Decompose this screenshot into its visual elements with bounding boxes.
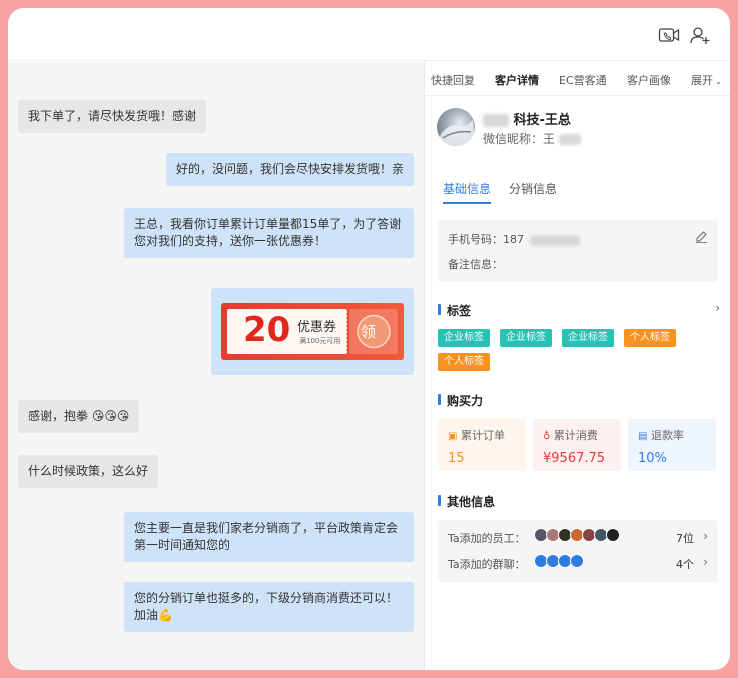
- staff-count: 7位: [676, 532, 694, 545]
- chat-message-outgoing: 王总，我看你订单累计订单量都15单了，为了答谢您对我们的支持，送你一张优惠券！: [124, 208, 414, 258]
- expand-label: 展开: [691, 74, 713, 87]
- clipboard-icon: ▣: [448, 431, 458, 442]
- tags-section-title: 标签: [438, 302, 471, 319]
- chat-message-incoming: 我下单了，请尽快发货哦！感谢: [18, 100, 207, 133]
- video-call-icon[interactable]: [658, 25, 680, 45]
- blurred-phone: [529, 234, 580, 246]
- stat-value: 10%: [638, 451, 667, 466]
- stat-card-spending: ♁ 累计消费 ¥9567.75: [533, 419, 621, 471]
- tab-basic-info[interactable]: 基础信息: [443, 180, 491, 197]
- staff-label: Ta添加的员工：: [448, 532, 526, 545]
- coupon-amount: 20: [243, 310, 291, 350]
- app-window: 我下单了，请尽快发货哦！感谢 好的，没问题，我们会尽快安排发货哦！亲 王总，我看…: [8, 8, 730, 670]
- panel-tabs: 快捷回复 客户详情 EC营客通 客户画像 展开 ⌄: [425, 62, 730, 96]
- blurred-company-name: [483, 114, 509, 127]
- tag-personal[interactable]: 个人标签: [438, 353, 490, 371]
- customer-name: 科技-王总: [483, 109, 571, 128]
- wechat-nickname-label: 微信昵称：王: [483, 132, 556, 146]
- stat-value: 15: [448, 451, 465, 466]
- group-avatars[interactable]: [534, 554, 604, 570]
- chevron-right-icon[interactable]: ›: [703, 555, 708, 569]
- phone-label: 手机号码：: [448, 233, 503, 246]
- chat-message-outgoing: 您主要一直是我们家老分销商了，平台政策肯定会第一时间通知您的: [124, 512, 414, 562]
- stat-card-refund-rate: ▤ 退款率 10%: [628, 419, 716, 471]
- chat-message-incoming: 什么时候政策，这么好: [18, 455, 159, 488]
- other-info-section-title: 其他信息: [438, 493, 495, 510]
- tab-customer-details[interactable]: 客户详情: [495, 72, 539, 88]
- tab-ec-yingketong[interactable]: EC营客通: [559, 72, 607, 88]
- staff-avatars[interactable]: [534, 528, 634, 544]
- phone-row: 手机号码：187: [448, 231, 580, 247]
- chat-message-outgoing: 您的分销订单也挺多的，下级分销商消费还可以！加油💪: [124, 582, 414, 632]
- other-info-box: Ta添加的员工： 7位 › Ta添加的群聊： 4个 ›: [438, 520, 718, 582]
- tab-customer-portrait[interactable]: 客户画像: [627, 72, 671, 88]
- basic-info-box: 手机号码：187 备注信息：: [438, 220, 718, 282]
- tab-distribution-info[interactable]: 分销信息: [509, 180, 557, 197]
- tab-quick-reply[interactable]: 快捷回复: [431, 72, 475, 88]
- avatar: [606, 528, 620, 542]
- stat-label: 退款率: [650, 429, 684, 442]
- chat-area[interactable]: 我下单了，请尽快发货哦！感谢 好的，没问题，我们会尽快安排发货哦！亲 王总，我看…: [8, 62, 424, 670]
- customer-name-text: 科技-王总: [513, 113, 571, 128]
- chevron-right-icon[interactable]: ›: [715, 301, 720, 315]
- group-icon: [570, 554, 584, 568]
- active-tab-indicator: [443, 202, 491, 204]
- coupon-condition: 满100元可用: [299, 337, 341, 345]
- customer-profile: 科技-王总 微信昵称：王: [437, 108, 727, 158]
- avatar[interactable]: [437, 108, 475, 146]
- chat-message-incoming: 感谢，抱拳 😘😘😘: [18, 400, 140, 433]
- stat-value: ¥9567.75: [543, 451, 606, 466]
- customer-panel: 快捷回复 客户详情 EC营客通 客户画像 展开 ⌄ 科技-王总 微信昵称：王 基…: [424, 62, 730, 670]
- expand-button[interactable]: 展开 ⌄: [691, 72, 722, 88]
- edit-icon[interactable]: [695, 230, 708, 243]
- chevron-right-icon[interactable]: ›: [703, 529, 708, 543]
- info-subtabs: 基础信息 分销信息: [437, 180, 727, 208]
- note-label: 备注信息：: [448, 258, 503, 271]
- tag-enterprise[interactable]: 企业标签: [562, 329, 614, 347]
- blurred-nickname: [558, 134, 581, 145]
- group-count: 4个: [676, 558, 694, 571]
- coupon-title: 优惠券: [297, 320, 337, 335]
- phone-value: 187: [503, 233, 524, 246]
- add-user-icon[interactable]: [689, 25, 711, 45]
- coupon-claim-button[interactable]: 领: [361, 321, 376, 342]
- stat-label: 累计订单: [460, 429, 505, 442]
- stat-label: 累计消费: [553, 429, 598, 442]
- purchase-section-title: 购买力: [438, 392, 483, 409]
- coupon-message[interactable]: 20 优惠券 满100元可用 领: [211, 288, 414, 375]
- money-bag-icon: ♁: [543, 431, 551, 442]
- document-icon: ▤: [638, 431, 648, 442]
- tag-personal[interactable]: 个人标签: [624, 329, 676, 347]
- group-label: Ta添加的群聊：: [448, 558, 526, 571]
- tag-enterprise[interactable]: 企业标签: [438, 329, 490, 347]
- wechat-nickname: 微信昵称：王: [483, 130, 581, 147]
- chat-message-outgoing: 好的，没问题，我们会尽快安排发货哦！亲: [165, 153, 414, 186]
- top-toolbar: [8, 8, 730, 61]
- tag-enterprise[interactable]: 企业标签: [500, 329, 552, 347]
- chevron-down-icon: ⌄: [715, 77, 722, 86]
- stat-card-orders: ▣ 累计订单 15: [438, 419, 526, 471]
